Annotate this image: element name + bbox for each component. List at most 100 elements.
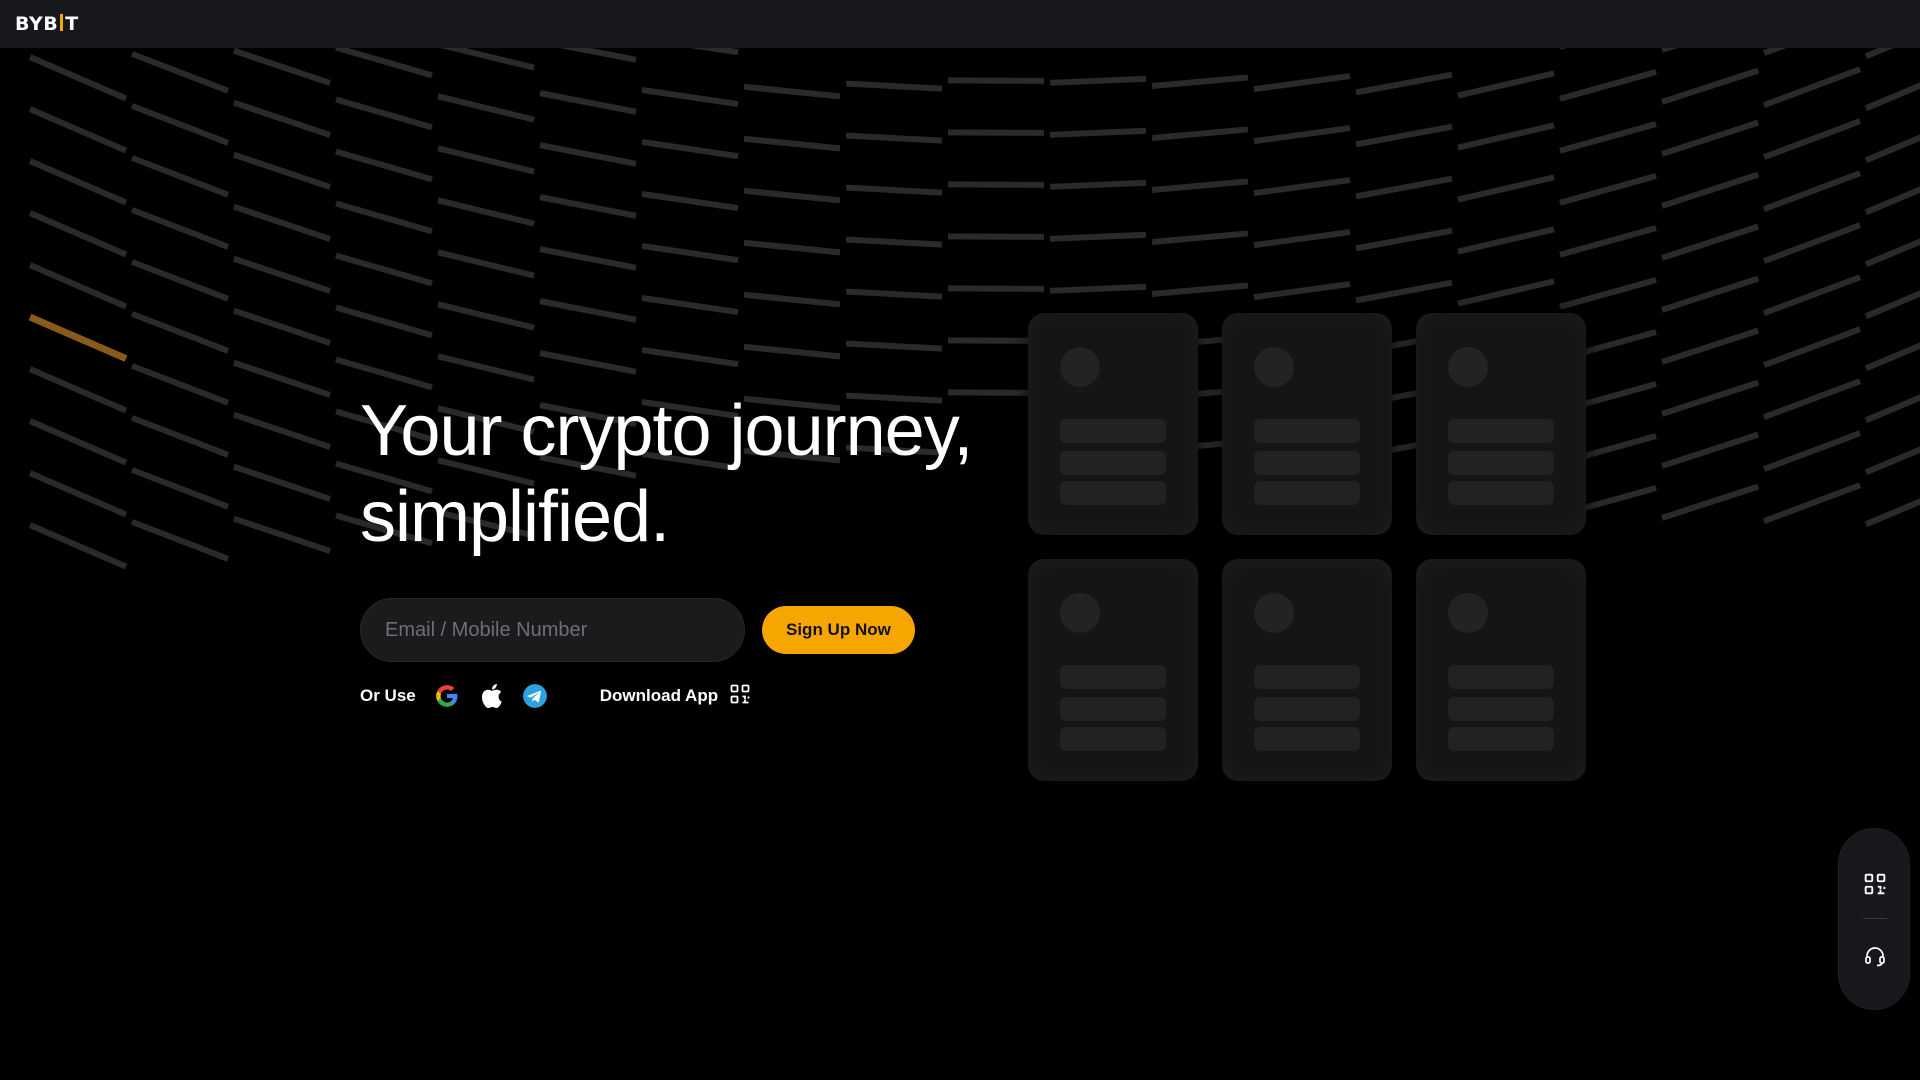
- placeholder-line: [1448, 451, 1554, 475]
- background-streak: [130, 207, 230, 250]
- logo-accent-bar: [60, 14, 64, 31]
- email-input[interactable]: [360, 598, 745, 662]
- background-streak: [437, 301, 535, 331]
- background-streak: [1559, 121, 1657, 154]
- background-streak: [947, 77, 1045, 84]
- background-streak: [947, 129, 1045, 136]
- background-streak: [28, 470, 128, 518]
- logo-text-right: T: [65, 13, 79, 35]
- placeholder-line: [1060, 451, 1166, 475]
- background-streak: [743, 291, 841, 308]
- placeholder-line: [1060, 665, 1166, 689]
- panel-divider: [1863, 918, 1887, 919]
- background-streak: [1559, 173, 1657, 206]
- background-streak: [437, 145, 535, 175]
- background-streak: [28, 522, 128, 570]
- background-streak: [437, 197, 535, 227]
- background-streak: [233, 359, 331, 398]
- background-streak: [947, 233, 1045, 240]
- background-streak: [539, 90, 637, 115]
- background-streak: [1762, 378, 1862, 420]
- qr-code-icon: [730, 684, 750, 709]
- background-streak: [1762, 170, 1862, 212]
- background-streak: [1457, 70, 1555, 99]
- background-streak: [559, 48, 637, 63]
- background-streak: [1151, 74, 1249, 89]
- background-streak: [743, 135, 841, 152]
- background-streak: [335, 356, 433, 391]
- background-streak: [335, 96, 433, 131]
- background-streak: [1661, 483, 1759, 521]
- background-streak: [539, 350, 637, 375]
- placeholder-line: [1448, 419, 1554, 443]
- background-streak: [1253, 281, 1351, 301]
- signup-form: Sign Up Now: [360, 598, 915, 662]
- background-streak: [1762, 326, 1862, 368]
- background-streak: [1661, 327, 1759, 365]
- background-streak: [1762, 274, 1862, 316]
- background-streak: [1661, 171, 1759, 209]
- background-streak: [1457, 226, 1555, 255]
- background-streak: [1151, 230, 1249, 245]
- background-streak: [845, 340, 943, 352]
- background-streak: [130, 103, 230, 146]
- background-streak: [233, 307, 331, 346]
- placeholder-line: [1254, 665, 1360, 689]
- background-streak: [28, 210, 128, 258]
- background-streak: [1457, 174, 1555, 203]
- background-streak: [233, 463, 331, 502]
- background-streak: [743, 343, 841, 360]
- placeholder-line: [1060, 697, 1166, 721]
- sign-up-button[interactable]: Sign Up Now: [762, 606, 915, 654]
- background-streak: [1355, 227, 1453, 252]
- placeholder-card: [1222, 559, 1392, 781]
- placeholder-avatar: [1448, 593, 1488, 633]
- background-streak: [437, 93, 535, 123]
- qr-code-icon: [1864, 873, 1886, 895]
- background-streak: [1355, 71, 1453, 96]
- top-bar: BYB T: [0, 0, 1920, 48]
- background-streak: [1457, 278, 1555, 307]
- background-streak: [1661, 431, 1759, 469]
- background-streak: [233, 48, 331, 86]
- download-app-link[interactable]: Download App: [600, 684, 750, 709]
- background-streak: [1559, 69, 1657, 102]
- background-streak: [1049, 179, 1147, 190]
- background-streak: [28, 106, 128, 154]
- placeholder-line: [1254, 451, 1360, 475]
- placeholder-avatar: [1060, 347, 1100, 387]
- background-streak: [641, 86, 739, 108]
- telegram-icon[interactable]: [520, 681, 550, 711]
- background-streak: [1049, 283, 1147, 294]
- background-streak: [1762, 430, 1862, 472]
- apple-icon[interactable]: [476, 681, 506, 711]
- background-streak: [1864, 238, 1920, 268]
- bybit-logo[interactable]: BYB T: [15, 13, 79, 35]
- customer-support-button[interactable]: [1859, 940, 1891, 972]
- background-streak: [440, 48, 535, 71]
- placeholder-line: [1448, 727, 1554, 751]
- background-streak: [1355, 175, 1453, 200]
- placeholder-line: [1448, 481, 1554, 505]
- background-streak: [437, 249, 535, 279]
- background-streak: [1661, 379, 1759, 417]
- background-streak: [1457, 122, 1555, 151]
- background-streak: [1661, 275, 1759, 313]
- background-streak: [845, 80, 943, 92]
- background-streak: [130, 467, 230, 510]
- background-streak: [1661, 48, 1678, 53]
- background-streak: [845, 288, 943, 300]
- background-streak: [1151, 178, 1249, 193]
- background-streak: [743, 83, 841, 100]
- background-streak: [947, 181, 1045, 188]
- background-streak: [641, 242, 739, 264]
- background-streak: [1559, 277, 1657, 310]
- background-streak: [845, 184, 943, 196]
- background-streak: [1355, 123, 1453, 148]
- background-streak: [947, 285, 1045, 292]
- google-icon[interactable]: [432, 681, 462, 711]
- background-streak: [1253, 125, 1351, 145]
- qr-code-button[interactable]: [1859, 868, 1891, 900]
- background-streak: [130, 363, 230, 406]
- placeholder-line: [1254, 419, 1360, 443]
